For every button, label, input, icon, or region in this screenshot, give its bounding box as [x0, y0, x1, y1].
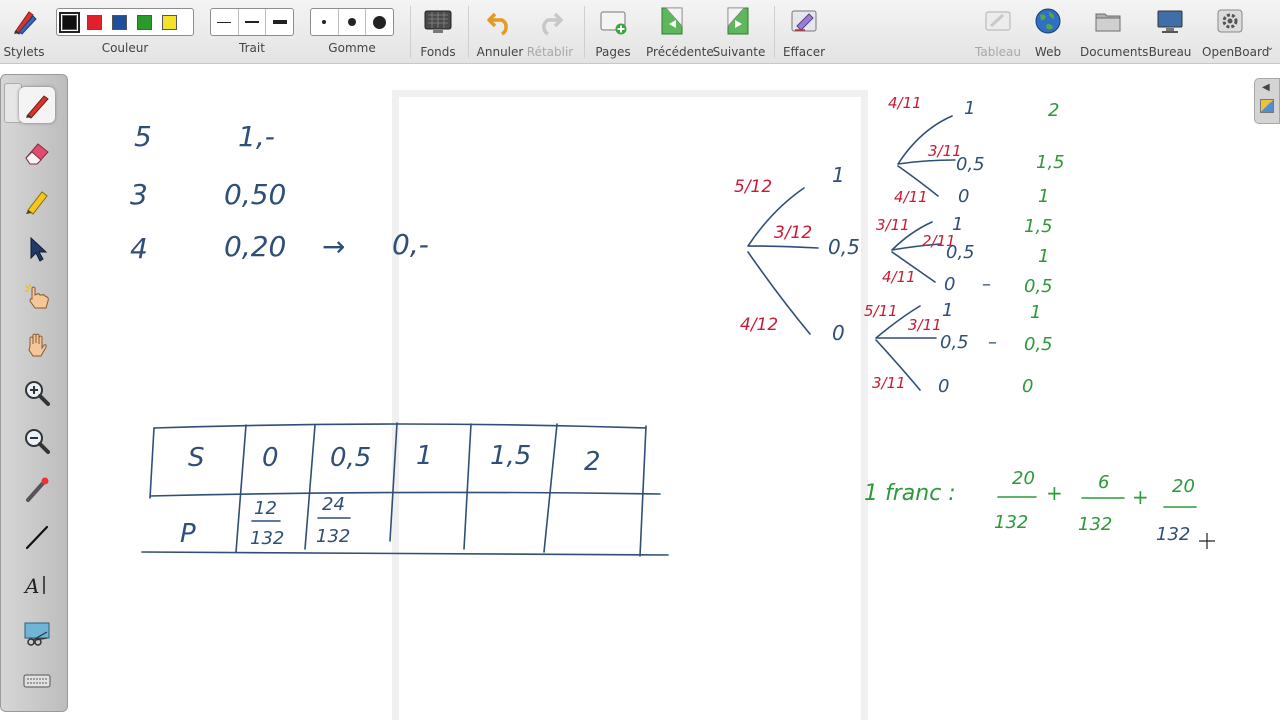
- list-count: 4: [130, 232, 148, 265]
- table-header: S: [188, 443, 205, 473]
- branch-probability: 4/11: [888, 94, 922, 112]
- branch-outcome: 0: [938, 376, 949, 397]
- branch-outcome: 0,5: [946, 242, 975, 263]
- table-header: 0: [262, 443, 279, 473]
- formula-denominator: 132: [1078, 514, 1112, 535]
- table-header: 1,5: [490, 441, 531, 471]
- branch-outcome: 0: [944, 274, 955, 295]
- branch-probability: 3/11: [876, 216, 910, 234]
- branch-probability: 5/11: [864, 302, 898, 320]
- path-total: 0: [1022, 376, 1033, 397]
- branch-outcome: 0,5: [956, 154, 985, 175]
- branch-probability: 3/11: [872, 374, 906, 392]
- prob-denominator: 132: [250, 528, 284, 549]
- branch-outcome: 0,5: [828, 235, 860, 259]
- path-total: 1,5: [1036, 152, 1065, 173]
- list-value: 1,-: [238, 120, 275, 153]
- prob-denominator: 132: [316, 526, 350, 547]
- formula-numerator: 20: [1172, 476, 1195, 497]
- list-value: 0,50: [224, 178, 286, 211]
- path-total: 0,5: [1024, 276, 1053, 297]
- branch-dash: –: [982, 274, 991, 295]
- probability-tree: 5/12 3/12 4/12 1 0,5 0 4/11 3/11 4/11 3/…: [734, 94, 1065, 397]
- path-total: 2: [1048, 100, 1059, 121]
- ink-layer: 5 1,- 3 0,50 4 0,20 → 0,- S 0 0,5 1 1,5 …: [130, 94, 1215, 557]
- list-count: 5: [134, 120, 152, 153]
- formula-label: 1 franc :: [864, 481, 956, 506]
- tree-branch: [747, 187, 819, 335]
- table-header: 1: [416, 441, 433, 471]
- price-list: 5 1,- 3 0,50 4 0,20 → 0,-: [130, 120, 429, 265]
- branch-dash: –: [988, 332, 997, 353]
- branch-probability: 3/11: [908, 316, 942, 334]
- branch-probability: 4/12: [740, 315, 778, 335]
- list-count: 3: [130, 178, 148, 211]
- path-total: 0,5: [1024, 334, 1053, 355]
- table-header: 2: [584, 447, 601, 477]
- formula-numerator: 20: [1012, 468, 1035, 489]
- one-franc-formula: 1 franc : 20 132 + 6 132 + 20 132: [864, 468, 1197, 545]
- branch-outcome: 0: [832, 321, 845, 345]
- crosshair-cursor-icon: [1199, 533, 1215, 549]
- list-arrow: →: [322, 230, 345, 263]
- table-vertical-line: [149, 422, 647, 557]
- branch-outcome: 0,5: [940, 332, 969, 353]
- formula-denominator: 132: [994, 512, 1028, 533]
- branch-probability: 4/11: [894, 188, 928, 206]
- table-row-label: P: [180, 519, 196, 549]
- path-total: 1: [1038, 186, 1049, 207]
- path-total: 1,5: [1024, 216, 1053, 237]
- probability-table: S 0 0,5 1 1,5 2 P 12 132 24 132: [141, 422, 669, 557]
- branch-probability: 5/12: [734, 177, 772, 197]
- branch-outcome: 1: [832, 163, 845, 187]
- plus-sign: +: [1046, 481, 1063, 505]
- formula-denominator: 132: [1156, 524, 1190, 545]
- list-result: 0,-: [392, 228, 429, 261]
- list-value: 0,20: [224, 230, 286, 263]
- branch-probability: 4/11: [882, 268, 916, 286]
- prob-numerator: 24: [322, 494, 345, 515]
- branch-outcome: 1: [952, 214, 963, 235]
- path-total: 1: [1038, 246, 1049, 267]
- prob-numerator: 12: [254, 498, 277, 519]
- branch-outcome: 1: [942, 300, 953, 321]
- table-horizontal-line: [141, 423, 669, 556]
- plus-sign: +: [1132, 485, 1149, 509]
- branch-probability: 3/12: [774, 223, 812, 243]
- branch-outcome: 1: [964, 98, 975, 119]
- formula-numerator: 6: [1098, 472, 1109, 493]
- branch-outcome: 0: [958, 186, 969, 207]
- path-total: 1: [1030, 302, 1041, 323]
- table-header: 0,5: [330, 443, 371, 473]
